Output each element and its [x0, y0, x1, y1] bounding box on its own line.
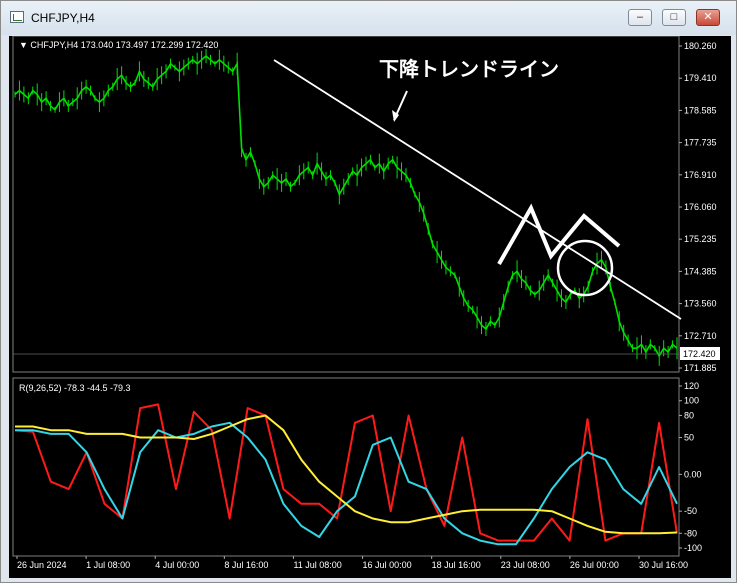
trendline-annotation: 下降トレンドライン — [379, 57, 559, 81]
time-tick-label: 26 Jul 00:00 — [570, 560, 619, 570]
chart-canvas[interactable]: ▼ CHFJPY,H4 173.040 173.497 172.299 172.… — [9, 35, 731, 578]
oscillator-header: R(9,26,52) -78.3 -44.5 -79.3 — [19, 383, 131, 393]
time-tick-label: 23 Jul 08:00 — [501, 560, 550, 570]
price-tick-label: 174.385 — [684, 266, 717, 276]
price-tick-label: 176.910 — [684, 170, 717, 180]
chart-window: CHFJPY,H4 – □ ✕ ▼ CHFJPY,H4 173.040 173.… — [0, 0, 737, 583]
time-tick-label: 1 Jul 08:00 — [86, 560, 130, 570]
minimize-button[interactable]: – — [628, 9, 652, 26]
time-tick-label: 8 Jul 16:00 — [224, 560, 268, 570]
oscillator-tick-label: -80 — [684, 528, 697, 538]
price-tick-label: 180.260 — [684, 41, 717, 51]
time-tick-label: 11 Jul 08:00 — [293, 560, 341, 570]
price-y-axis: 180.260 179.410 178.585 177.735 176.910 176.0… — [679, 41, 717, 373]
time-tick-label: 30 Jul 16:00 — [639, 560, 688, 570]
price-tick-label: 177.735 — [684, 138, 717, 148]
price-tick-label: 171.885 — [684, 363, 717, 373]
price-tick-label: 173.560 — [684, 299, 717, 309]
oscillator-tick-label: 50 — [684, 433, 694, 443]
time-tick-label: 16 Jul 00:00 — [363, 560, 412, 570]
chart-area[interactable]: ▼ CHFJPY,H4 173.040 173.497 172.299 172.… — [9, 35, 731, 578]
price-tick-label: 179.410 — [684, 73, 717, 83]
price-tick-label: 176.060 — [684, 202, 717, 212]
current-price-label: 172.420 — [683, 349, 716, 359]
oscillator-tick-label: 0.00 — [684, 469, 702, 479]
window-title: CHFJPY,H4 — [31, 11, 95, 25]
time-tick-label: 18 Jul 16:00 — [432, 560, 481, 570]
price-tick-label: 175.235 — [684, 234, 717, 244]
close-button[interactable]: ✕ — [696, 9, 720, 26]
price-tick-label: 178.585 — [684, 105, 717, 115]
title-bar[interactable]: CHFJPY,H4 – □ ✕ — [1, 1, 736, 35]
oscillator-tick-label: 80 — [684, 410, 694, 420]
price-header: ▼ CHFJPY,H4 173.040 173.497 172.299 172.… — [19, 40, 218, 50]
oscillator-tick-label: -100 — [684, 543, 702, 553]
oscillator-tick-label: 120 — [684, 381, 699, 391]
time-axis: 26 Jun 2024 1 Jul 08:00 4 Jul 00:00 8 Jul 1… — [16, 556, 688, 570]
oscillator-panel: R(9,26,52) -78.3 -44.5 -79.3 120 100 80 50 0… — [12, 377, 702, 557]
oscillator-tick-label: 100 — [684, 396, 699, 406]
time-tick-label: 4 Jul 00:00 — [155, 560, 199, 570]
price-tick-label: 172.710 — [684, 331, 717, 341]
maximize-button[interactable]: □ — [662, 9, 686, 26]
oscillator-y-axis: 120 100 80 50 0.00 -50 -80 -100 — [679, 381, 702, 553]
oscillator-tick-label: -50 — [684, 506, 697, 516]
time-tick-label: 26 Jun 2024 — [17, 560, 67, 570]
chart-window-icon — [10, 11, 24, 23]
price-panel: ▼ CHFJPY,H4 173.040 173.497 172.299 172.… — [12, 35, 720, 373]
